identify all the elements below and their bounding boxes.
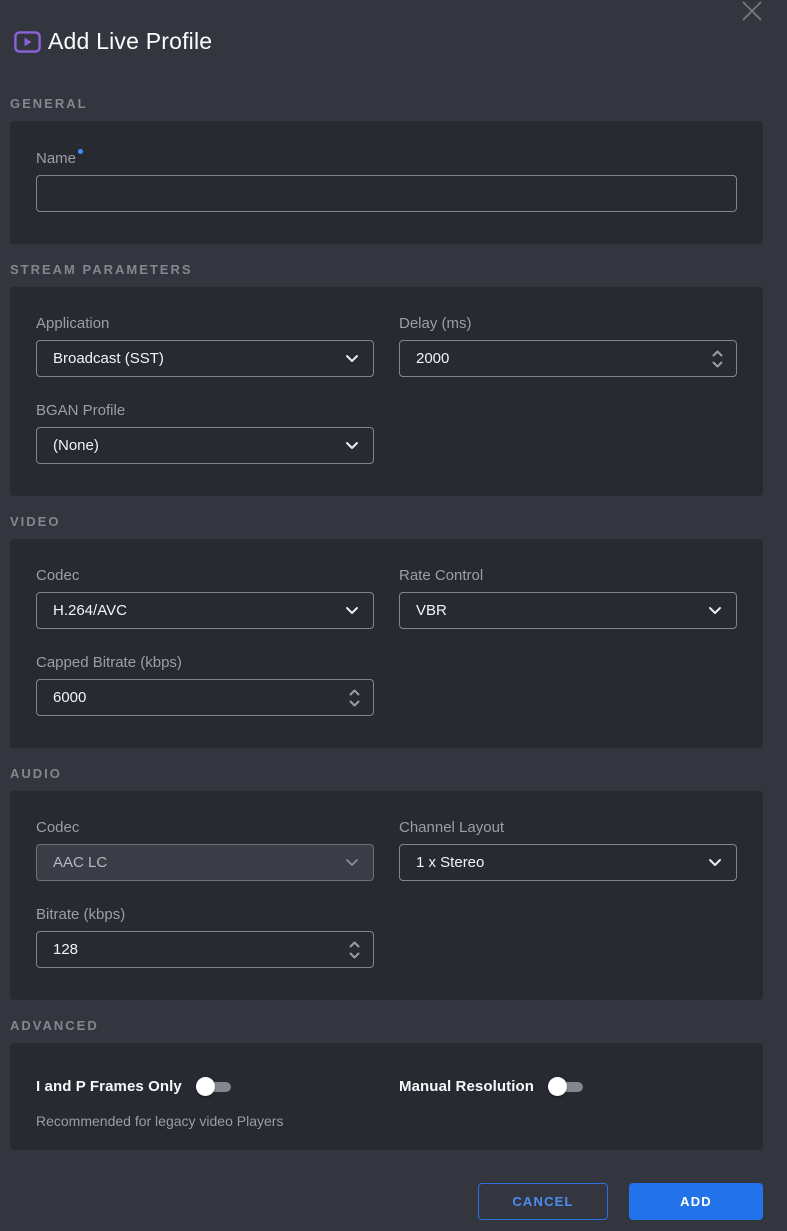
bgan-profile-label: BGAN Profile	[36, 402, 374, 419]
stepper-icon[interactable]	[347, 939, 362, 960]
section-label-stream-parameters: STREAM PARAMETERS	[10, 262, 763, 277]
stepper-icon[interactable]	[710, 348, 725, 369]
field-application: Application Broadcast (SST)	[36, 315, 374, 377]
manual-resolution-label: Manual Resolution	[399, 1078, 534, 1095]
audio-codec-select: AAC LC	[36, 844, 374, 881]
close-icon[interactable]	[739, 0, 765, 24]
manual-resolution-toggle-group: Manual Resolution	[399, 1077, 737, 1096]
field-bgan-profile: BGAN Profile (None)	[36, 402, 374, 464]
field-video-codec: Codec H.264/AVC	[36, 567, 374, 629]
channel-layout-label: Channel Layout	[399, 819, 737, 836]
section-label-advanced: ADVANCED	[10, 1018, 763, 1033]
rate-control-select-value: VBR	[416, 602, 708, 619]
delay-label: Delay (ms)	[399, 315, 737, 332]
dialog-footer: CANCEL ADD	[10, 1183, 763, 1220]
audio-codec-select-value: AAC LC	[53, 854, 345, 871]
delay-input[interactable]	[399, 340, 737, 377]
capped-bitrate-input[interactable]	[36, 679, 374, 716]
field-delay: Delay (ms)	[399, 315, 737, 377]
field-channel-layout: Channel Layout 1 x Stereo	[399, 819, 737, 881]
name-input[interactable]	[36, 175, 737, 212]
dialog-title: Add Live Profile	[48, 28, 212, 55]
live-video-icon	[14, 31, 41, 53]
chevron-down-icon	[345, 441, 359, 450]
rate-control-select[interactable]: VBR	[399, 592, 737, 629]
add-button[interactable]: ADD	[629, 1183, 763, 1220]
panel-general: Name	[10, 121, 763, 244]
video-codec-select[interactable]: H.264/AVC	[36, 592, 374, 629]
video-codec-select-value: H.264/AVC	[53, 602, 345, 619]
name-label: Name	[36, 149, 737, 167]
section-label-general: GENERAL	[10, 96, 763, 111]
audio-bitrate-number-field	[36, 931, 374, 968]
field-audio-codec: Codec AAC LC	[36, 819, 374, 881]
legacy-players-helper-text: Recommended for legacy video Players	[36, 1113, 737, 1129]
required-indicator	[78, 149, 83, 154]
stepper-icon[interactable]	[347, 687, 362, 708]
rate-control-label: Rate Control	[399, 567, 737, 584]
application-select-value: Broadcast (SST)	[53, 350, 345, 367]
section-label-audio: AUDIO	[10, 766, 763, 781]
panel-stream-parameters: Application Broadcast (SST) Delay (ms)	[10, 287, 763, 496]
field-rate-control: Rate Control VBR	[399, 567, 737, 629]
audio-codec-label: Codec	[36, 819, 374, 836]
application-label: Application	[36, 315, 374, 332]
channel-layout-select-value: 1 x Stereo	[416, 854, 708, 871]
panel-video: Codec H.264/AVC Rate Control VBR	[10, 539, 763, 748]
channel-layout-select[interactable]: 1 x Stereo	[399, 844, 737, 881]
field-audio-bitrate: Bitrate (kbps)	[36, 906, 374, 968]
bgan-profile-select-value: (None)	[53, 437, 345, 454]
i-and-p-frames-toggle[interactable]	[196, 1077, 232, 1096]
delay-number-field	[399, 340, 737, 377]
chevron-down-icon	[345, 858, 359, 867]
dialog-header: Add Live Profile	[14, 0, 763, 55]
capped-bitrate-label: Capped Bitrate (kbps)	[36, 654, 374, 671]
field-capped-bitrate: Capped Bitrate (kbps)	[36, 654, 374, 716]
i-and-p-frames-label: I and P Frames Only	[36, 1078, 182, 1095]
audio-bitrate-label: Bitrate (kbps)	[36, 906, 374, 923]
audio-bitrate-input[interactable]	[36, 931, 374, 968]
i-and-p-frames-toggle-group: I and P Frames Only	[36, 1077, 374, 1096]
name-label-text: Name	[36, 150, 76, 167]
bgan-profile-select[interactable]: (None)	[36, 427, 374, 464]
manual-resolution-toggle[interactable]	[548, 1077, 584, 1096]
chevron-down-icon	[708, 606, 722, 615]
application-select[interactable]: Broadcast (SST)	[36, 340, 374, 377]
panel-audio: Codec AAC LC Channel Layout 1 x Stereo	[10, 791, 763, 1000]
capped-bitrate-number-field	[36, 679, 374, 716]
video-codec-label: Codec	[36, 567, 374, 584]
chevron-down-icon	[345, 354, 359, 363]
add-live-profile-dialog: Add Live Profile GENERAL Name STREAM PAR…	[0, 0, 787, 1231]
toggle-knob	[548, 1077, 567, 1096]
toggle-knob	[196, 1077, 215, 1096]
section-label-video: VIDEO	[10, 514, 763, 529]
field-name: Name	[36, 149, 737, 212]
chevron-down-icon	[708, 858, 722, 867]
cancel-button[interactable]: CANCEL	[478, 1183, 608, 1220]
panel-advanced: I and P Frames Only Manual Resolution Re…	[10, 1043, 763, 1150]
chevron-down-icon	[345, 606, 359, 615]
